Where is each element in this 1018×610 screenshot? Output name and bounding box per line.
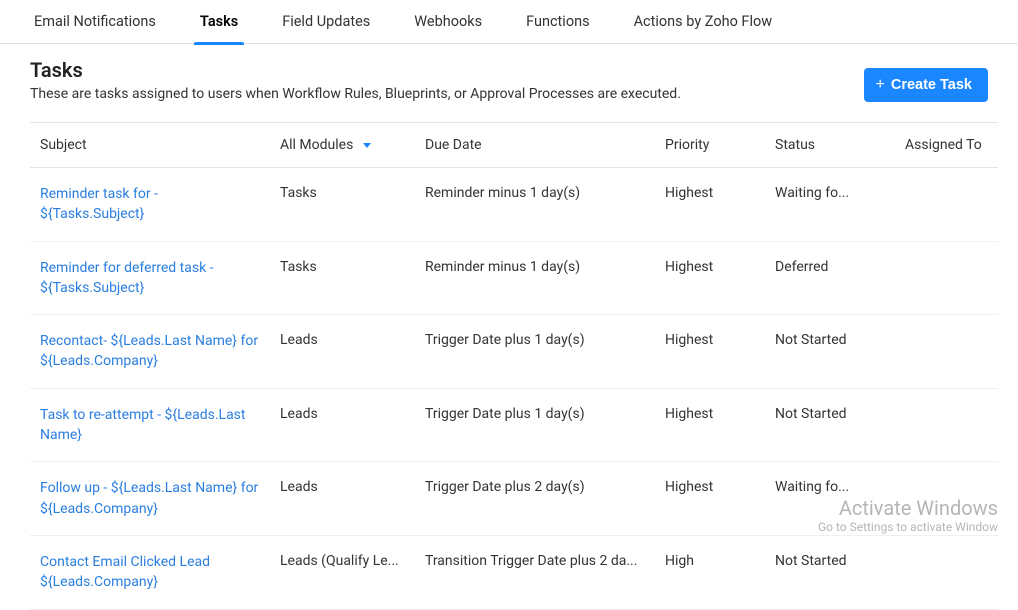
task-status: Deferred	[775, 258, 905, 278]
task-module: Leads	[280, 478, 425, 498]
task-status: Not Started	[775, 405, 905, 425]
task-priority: Highest	[665, 478, 775, 498]
table-row: Contact Email Clicked Lead ${Leads.Compa…	[30, 535, 998, 609]
table-row: Reminder task for - ${Tasks.Subject} Tas…	[30, 168, 998, 241]
plus-icon: +	[876, 77, 885, 93]
module-filter-dropdown[interactable]: All Modules	[280, 137, 425, 153]
table-row: Follow up - ${Leads.Last Name} for ${Lea…	[30, 461, 998, 535]
task-module: Leads	[280, 331, 425, 351]
table-row: Recontact- ${Leads.Last Name} for ${Lead…	[30, 314, 998, 388]
create-task-label: Create Task	[891, 77, 972, 93]
task-priority: Highest	[665, 405, 775, 425]
task-due-date: Reminder minus 1 day(s)	[425, 184, 665, 204]
page-header: Tasks These are tasks assigned to users …	[0, 44, 1018, 108]
tab-actions-by-zoho-flow[interactable]: Actions by Zoho Flow	[630, 0, 777, 44]
task-due-date: Trigger Date plus 1 day(s)	[425, 331, 665, 351]
table-header: Subject All Modules Due Date Priority St…	[30, 122, 998, 168]
tasks-table: Subject All Modules Due Date Priority St…	[0, 108, 1018, 610]
task-subject-link[interactable]: Recontact- ${Leads.Last Name} for ${Lead…	[30, 331, 280, 372]
task-module: Tasks	[280, 184, 425, 204]
col-header-subject[interactable]: Subject	[30, 137, 280, 153]
tab-tasks[interactable]: Tasks	[196, 0, 242, 44]
task-priority: High	[665, 552, 775, 572]
tab-webhooks[interactable]: Webhooks	[410, 0, 486, 44]
task-priority: Highest	[665, 258, 775, 278]
top-tabs: Email Notifications Tasks Field Updates …	[0, 0, 1018, 44]
tab-field-updates[interactable]: Field Updates	[278, 0, 374, 44]
page-title: Tasks	[30, 58, 681, 82]
task-subject-link[interactable]: Task to re-attempt - ${Leads.Last Name}	[30, 405, 280, 446]
task-subject-link[interactable]: Follow up - ${Leads.Last Name} for ${Lea…	[30, 478, 280, 519]
task-status: Not Started	[775, 552, 905, 572]
create-task-button[interactable]: + Create Task	[864, 68, 988, 102]
task-priority: Highest	[665, 184, 775, 204]
table-row: Reminder for deferred task - ${Tasks.Sub…	[30, 241, 998, 315]
chevron-down-icon	[363, 143, 371, 148]
table-row: Task to re-attempt - ${Leads.Last Name} …	[30, 388, 998, 462]
table-body: Reminder task for - ${Tasks.Subject} Tas…	[30, 168, 998, 610]
task-subject-link[interactable]: Contact Email Clicked Lead ${Leads.Compa…	[30, 552, 280, 593]
task-priority: Highest	[665, 331, 775, 351]
task-module: Leads (Qualify Le...	[280, 552, 425, 572]
task-due-date: Trigger Date plus 1 day(s)	[425, 405, 665, 425]
tab-email-notifications[interactable]: Email Notifications	[30, 0, 160, 44]
col-header-due-date[interactable]: Due Date	[425, 137, 665, 153]
tab-functions[interactable]: Functions	[522, 0, 593, 44]
task-module: Leads	[280, 405, 425, 425]
col-header-assigned-to[interactable]: Assigned To	[905, 137, 995, 153]
task-status: Waiting fo...	[775, 478, 905, 498]
task-due-date: Trigger Date plus 2 day(s)	[425, 478, 665, 498]
task-due-date: Transition Trigger Date plus 2 da...	[425, 552, 665, 572]
col-header-status[interactable]: Status	[775, 137, 905, 153]
module-filter-label: All Modules	[280, 137, 353, 153]
page-description: These are tasks assigned to users when W…	[30, 86, 681, 102]
col-header-priority[interactable]: Priority	[665, 137, 775, 153]
task-module: Tasks	[280, 258, 425, 278]
task-subject-link[interactable]: Reminder for deferred task - ${Tasks.Sub…	[30, 258, 280, 299]
task-subject-link[interactable]: Reminder task for - ${Tasks.Subject}	[30, 184, 280, 225]
task-status: Waiting fo...	[775, 184, 905, 204]
task-status: Not Started	[775, 331, 905, 351]
task-due-date: Reminder minus 1 day(s)	[425, 258, 665, 278]
